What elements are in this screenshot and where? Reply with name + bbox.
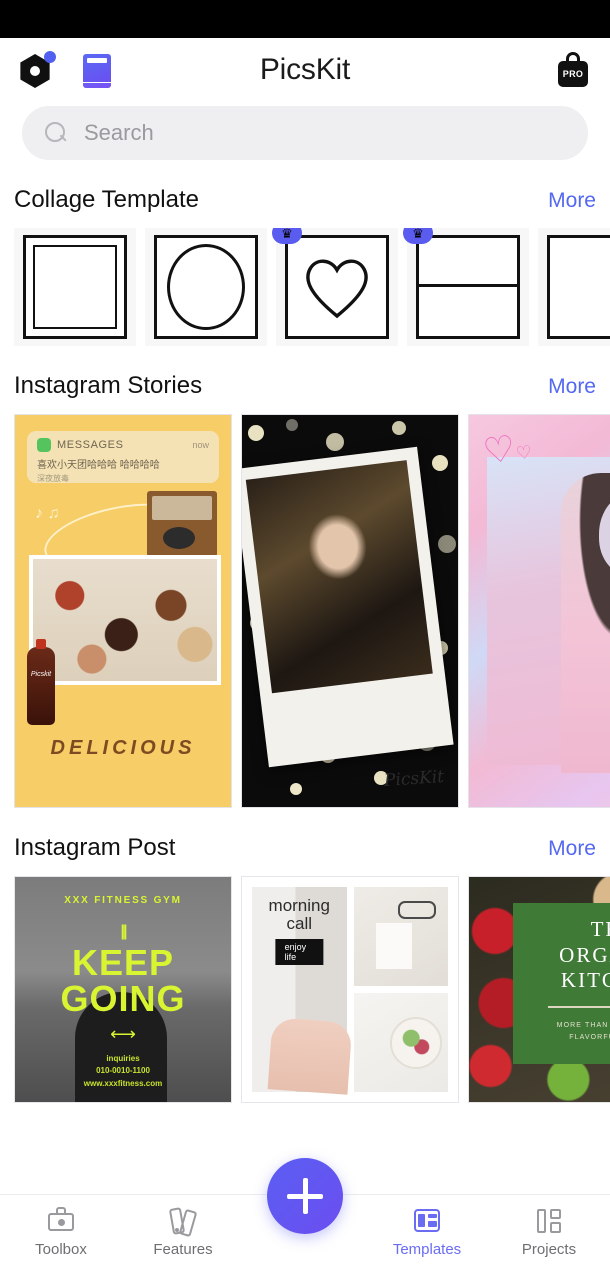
search-placeholder: Search	[84, 120, 154, 145]
breakfast-photo	[353, 993, 448, 1092]
more-link-collage[interactable]: More	[548, 189, 596, 213]
green-title-panel: THE ORGANIC KITCHEN MORE THAN 100 KINDS …	[513, 903, 610, 1064]
instagram-stories-row[interactable]: MESSAGES now 喜欢小天团哈哈哈 哈哈哈哈 深夜放毒 ♪ ♫ Pics…	[0, 414, 610, 808]
create-new-button[interactable]	[267, 1158, 343, 1234]
toolbox-icon	[46, 1207, 76, 1235]
bottle-label: Picskit	[30, 671, 52, 678]
music-note-icon: ♪ ♫	[35, 505, 60, 522]
search-icon	[44, 121, 68, 145]
post-subtitle-line1: MORE THAN 100 KINDS OF	[556, 1021, 610, 1029]
polaroid-photo	[245, 460, 433, 694]
layout-grid-icon	[412, 1207, 442, 1235]
section-title: Collage Template	[14, 186, 200, 213]
notification-time: now	[192, 440, 209, 450]
post-template-morning-call[interactable]: morning call enjoy life	[241, 876, 459, 1103]
polaroid-frame	[242, 446, 454, 768]
search-section: Search	[0, 102, 610, 160]
story-template-polaroid[interactable]: PicsKit	[241, 414, 459, 808]
post-title: morning call	[252, 896, 347, 934]
contact-phone: 010-0010-1100	[96, 1066, 150, 1076]
pause-bars-icon: ||	[120, 923, 128, 940]
pro-crown-icon: ♛	[272, 228, 302, 244]
nav-label: Templates	[392, 1241, 462, 1258]
section-header-stories: Instagram Stories More	[0, 372, 610, 400]
collage-template-item[interactable]	[145, 228, 267, 346]
post-subtitle: MORE THAN 100 KINDS OF FLAVORFUL CUISINE	[519, 1020, 610, 1044]
post-title-line2: call	[286, 914, 312, 934]
signature-text: PicsKit	[383, 766, 445, 792]
story-headline: DELICIOUS	[50, 737, 196, 759]
post-title-line2: ORGANIC	[559, 942, 610, 967]
post-template-fitness[interactable]: XXX FITNESS GYM || KEEP GOING ⟷ inquirie…	[14, 876, 232, 1103]
collage-template-item[interactable]: ♛	[272, 228, 398, 346]
header-left-icons	[18, 50, 114, 90]
messages-app-icon	[37, 438, 51, 452]
notebook-glasses-photo	[353, 887, 448, 986]
divider	[547, 1005, 610, 1008]
notification-subtext: 深夜放毒	[37, 474, 69, 483]
nav-item-toolbox[interactable]: Toolbox	[0, 1207, 122, 1258]
app-header: PicsKit PRO	[0, 38, 610, 102]
more-link-stories[interactable]: More	[548, 375, 596, 399]
notification-overlay: MESSAGES now 喜欢小天团哈哈哈 哈哈哈哈 深夜放毒	[27, 431, 219, 483]
section-header-post: Instagram Post More	[0, 834, 610, 862]
search-input[interactable]: Search	[22, 106, 588, 160]
status-bar	[0, 0, 610, 38]
post-title-line1: morning	[268, 896, 330, 915]
arrow-icon: ⟷	[110, 1024, 136, 1044]
instagram-post-row[interactable]: XXX FITNESS GYM || KEEP GOING ⟷ inquirie…	[0, 876, 610, 1103]
story-template-pink-portrait[interactable]: ♡♡	[468, 414, 610, 808]
nav-item-projects[interactable]: Projects	[488, 1207, 610, 1258]
post-contact-block: inquiries 010-0010-1100 www.xxxfitness.c…	[15, 1053, 231, 1090]
food-photo	[29, 555, 221, 685]
contact-site: www.xxxfitness.com	[83, 1078, 163, 1088]
book-icon[interactable]	[80, 51, 114, 89]
color-swatch-icon	[168, 1207, 198, 1238]
morning-call-panel: morning call enjoy life	[252, 887, 353, 1095]
section-header-collage: Collage Template More	[0, 186, 610, 214]
post-headline-line2: GOING	[60, 978, 186, 1019]
header-right-icons: PRO	[554, 50, 592, 90]
post-brand-text: XXX FITNESS GYM	[64, 895, 182, 906]
post-title-line3: KITCHEN	[560, 968, 610, 993]
cola-bottle-graphic: Picskit	[27, 639, 55, 725]
plus-icon	[287, 1178, 323, 1214]
pro-crown-icon: ♛	[403, 228, 433, 244]
collage-template-item[interactable]	[538, 228, 610, 346]
post-headline-line1: KEEP	[71, 942, 175, 983]
notification-text: 喜欢小天团哈哈哈 哈哈哈哈	[37, 460, 160, 471]
nav-label: Toolbox	[35, 1241, 87, 1258]
hands-photo	[267, 1017, 353, 1095]
heart-doodle-icon: ♡♡	[480, 427, 534, 473]
post-subtitle-line2: FLAVORFUL CUISINE	[569, 1033, 610, 1041]
more-link-post[interactable]: More	[548, 837, 596, 861]
nav-label: Projects	[521, 1241, 577, 1258]
contact-label: inquiries	[106, 1053, 140, 1063]
section-title: Instagram Post	[14, 834, 176, 861]
nav-label: Features	[153, 1241, 213, 1258]
hexagon-logo-icon[interactable]	[18, 50, 58, 90]
collage-template-row[interactable]: ♛ ♛	[0, 228, 610, 346]
pro-bag-icon[interactable]: PRO	[554, 50, 592, 90]
post-template-organic-kitchen[interactable]: THE ORGANIC KITCHEN MORE THAN 100 KINDS …	[468, 876, 610, 1103]
post-title-line1: THE	[590, 917, 610, 941]
projects-grid-icon	[534, 1207, 564, 1235]
pro-badge-label: PRO	[562, 69, 584, 79]
story-template-delicious[interactable]: MESSAGES now 喜欢小天团哈哈哈 哈哈哈哈 深夜放毒 ♪ ♫ Pics…	[14, 414, 232, 808]
collage-template-item[interactable]: ♛	[403, 228, 529, 346]
section-title: Instagram Stories	[14, 372, 203, 399]
nav-item-templates[interactable]: Templates	[366, 1207, 488, 1258]
notification-app-name: MESSAGES	[57, 439, 124, 451]
notification-dot-icon	[44, 51, 56, 63]
collage-template-item[interactable]	[14, 228, 136, 346]
nav-item-features[interactable]: Features	[122, 1207, 244, 1258]
record-player-graphic	[147, 491, 217, 557]
enjoy-life-badge: enjoy life	[275, 939, 323, 965]
